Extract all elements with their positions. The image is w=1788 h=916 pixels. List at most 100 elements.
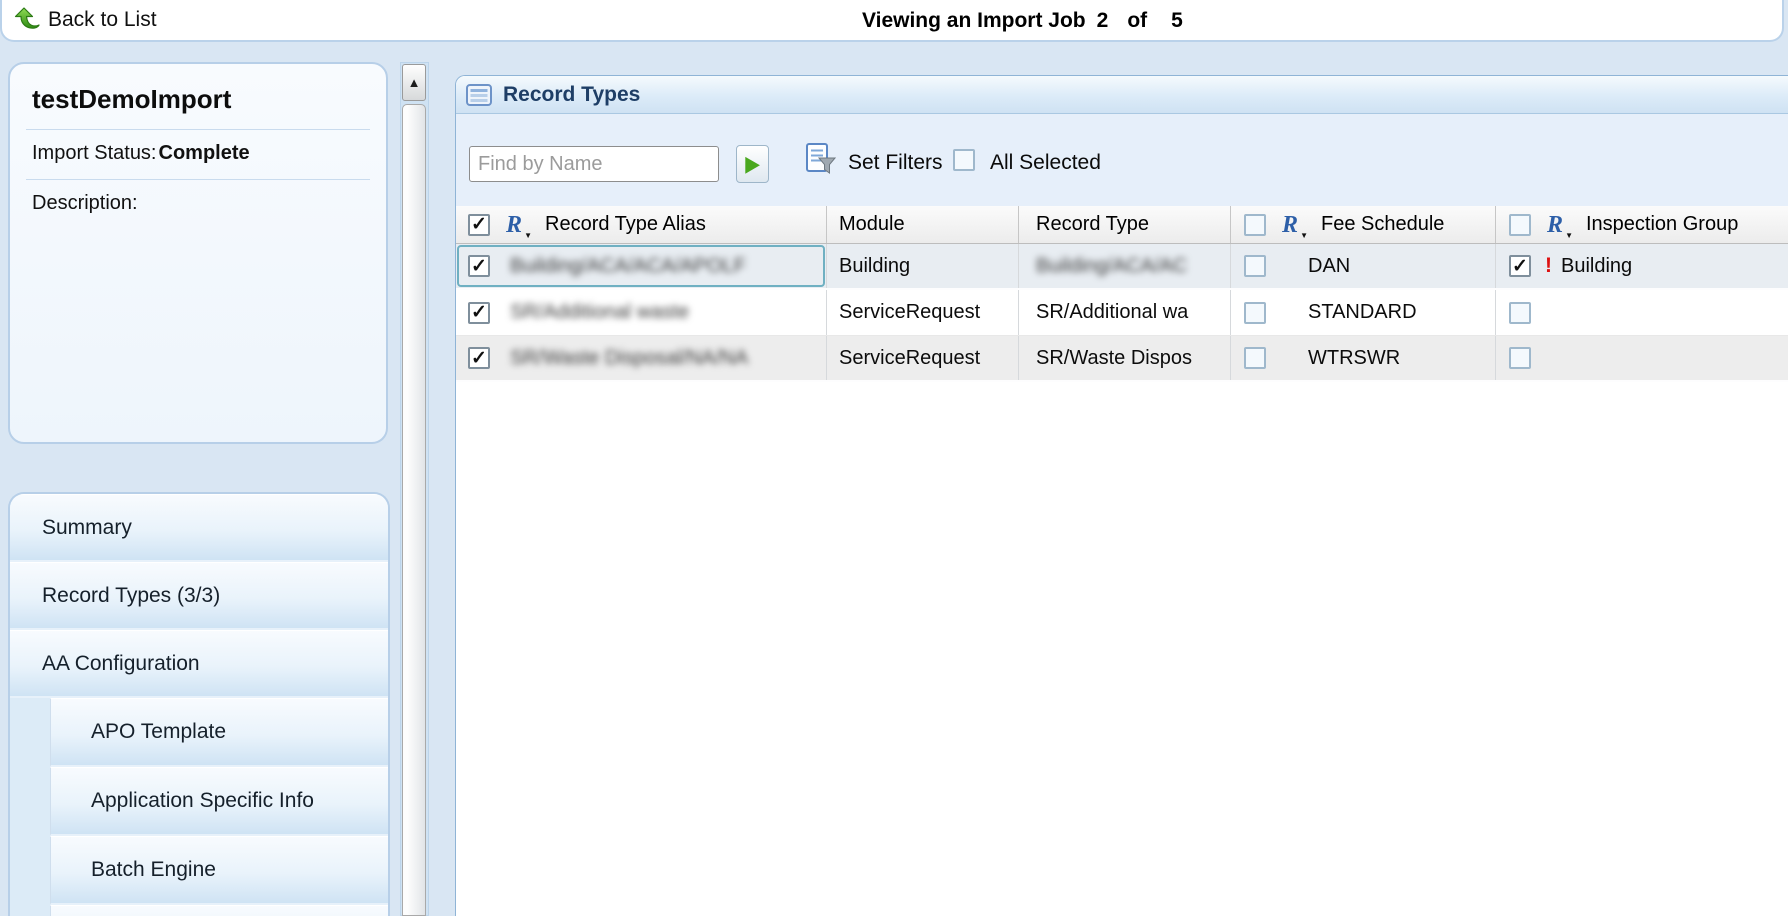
inspection-group-checkbox[interactable]: ✓	[1509, 255, 1531, 277]
description-line: Description:	[32, 192, 364, 215]
checkmark-icon: ✓	[471, 215, 487, 234]
table-header-row: ✓ R▼ Record Type Alias Module Record Typ…	[456, 206, 1788, 244]
go-arrow-icon: ▶	[745, 151, 760, 177]
import-status-value: Complete	[159, 142, 250, 164]
inspection-group-checkbox[interactable]	[1509, 347, 1531, 369]
fee-schedule-filter-icon[interactable]: R▼	[1282, 213, 1308, 237]
inspection-group-select-all-checkbox[interactable]	[1509, 214, 1531, 236]
checkmark-icon: ✓	[471, 303, 487, 322]
top-bar: Back to List Viewing an Import Job 2 of …	[0, 0, 1784, 42]
record-types-panel: Record Types ▶ Set Filters All Selected …	[455, 75, 1788, 916]
record-type-alias-value: SR/Waste Disposal/NA/NA	[510, 347, 748, 370]
checkmark-icon: ✓	[471, 349, 487, 368]
record-type-alias-value: Building/ACA/ACA/APOLF	[510, 255, 746, 278]
all-selected-label: All Selected	[990, 151, 1101, 175]
cell-record-type: SR/Waste Dispos	[1019, 336, 1231, 380]
set-filters-icon[interactable]	[806, 143, 836, 175]
job-total-number: 5	[1171, 9, 1183, 33]
module-value: Building	[839, 255, 910, 278]
inspection-group-checkbox[interactable]	[1509, 302, 1531, 324]
cell-fee-schedule: WTRSWR	[1231, 336, 1496, 380]
sidebar-nav: Summary Record Types (3/3) AA Configurat…	[8, 492, 390, 916]
import-name: testDemoImport	[32, 84, 364, 115]
cell-inspection-group: ✓ ! Building	[1496, 244, 1788, 288]
title-of: of	[1127, 9, 1147, 33]
panel-toolbar: ▶ Set Filters All Selected	[456, 114, 1788, 206]
column-header-module: Module	[827, 206, 1019, 243]
sidebar-item-batch-engine[interactable]: Batch Engine	[50, 836, 388, 905]
sidebar-item-summary[interactable]: Summary	[10, 494, 388, 562]
all-selected-checkbox[interactable]	[953, 149, 975, 171]
sidebar-item-label: Batch Engine	[91, 858, 216, 881]
scrollbar-thumb[interactable]	[402, 104, 426, 916]
sidebar-item-partial[interactable]	[50, 905, 388, 916]
sidebar-item-label: Record Types (3/3)	[42, 584, 220, 607]
description-label: Description:	[32, 192, 138, 214]
divider	[26, 129, 370, 130]
cell-inspection-group	[1496, 336, 1788, 380]
column-label: Record Type	[1036, 213, 1149, 236]
fee-schedule-select-all-checkbox[interactable]	[1244, 214, 1266, 236]
cell-record-type: Building/ACA/AC	[1019, 244, 1231, 288]
sidebar-item-application-specific-info[interactable]: Application Specific Info	[50, 767, 388, 836]
sort-arrow-icon: ▼	[1300, 232, 1308, 240]
find-by-name-input[interactable]	[469, 146, 719, 182]
cell-fee-schedule: STANDARD	[1231, 290, 1496, 335]
job-current-number: 2	[1097, 9, 1109, 33]
sidebar-item-label: Application Specific Info	[91, 789, 314, 812]
cell-record-type-alias: ✓ SR/Waste Disposal/NA/NA	[456, 336, 827, 380]
panel-header: Record Types	[456, 76, 1788, 114]
record-type-value: SR/Additional wa	[1036, 301, 1188, 324]
sidebar-item-aa-configuration[interactable]: AA Configuration	[10, 630, 388, 698]
inspection-group-value: Building	[1561, 255, 1632, 278]
cell-module: Building	[827, 244, 1019, 288]
record-type-value: Building/ACA/AC	[1036, 255, 1187, 278]
alert-icon: !	[1545, 254, 1552, 278]
search-go-button[interactable]: ▶	[736, 145, 769, 183]
row-select-checkbox[interactable]: ✓	[468, 255, 490, 277]
fee-schedule-value: WTRSWR	[1308, 347, 1400, 370]
cell-record-type-alias: ✓ SR/Additional waste	[456, 290, 827, 335]
back-arrow-icon	[14, 7, 40, 33]
column-header-record-type: Record Type	[1019, 206, 1231, 243]
vertical-scrollbar[interactable]: ▲	[400, 62, 429, 916]
divider	[26, 179, 370, 180]
table-row[interactable]: ✓ Building/ACA/ACA/APOLF Building Buildi…	[456, 244, 1788, 290]
inspection-group-filter-icon[interactable]: R▼	[1547, 213, 1573, 237]
set-filters-label[interactable]: Set Filters	[848, 151, 943, 175]
cell-inspection-group	[1496, 290, 1788, 335]
column-header-inspection-group: R▼ Inspection Group	[1496, 206, 1788, 243]
cell-record-type-alias: ✓ Building/ACA/ACA/APOLF	[456, 244, 827, 288]
checkmark-icon: ✓	[1512, 257, 1528, 276]
column-label: Inspection Group	[1586, 213, 1738, 236]
row-select-checkbox[interactable]: ✓	[468, 302, 490, 324]
record-type-value: SR/Waste Dispos	[1036, 347, 1192, 370]
import-info-card: testDemoImport Import Status:Complete De…	[8, 62, 388, 444]
checkmark-icon: ✓	[471, 257, 487, 276]
column-header-record-type-alias: ✓ R▼ Record Type Alias	[456, 206, 827, 243]
record-type-alias-value: SR/Additional waste	[510, 301, 689, 324]
sidebar-item-apo-template[interactable]: APO Template	[50, 698, 388, 767]
scroll-up-button[interactable]: ▲	[402, 64, 426, 101]
sort-arrow-icon: ▼	[524, 232, 532, 240]
column-label: Module	[839, 213, 905, 236]
cell-module: ServiceRequest	[827, 336, 1019, 380]
cell-record-type: SR/Additional wa	[1019, 290, 1231, 335]
record-type-filter-icon[interactable]: R▼	[506, 213, 532, 237]
fee-schedule-value: STANDARD	[1308, 301, 1417, 324]
table-row[interactable]: ✓ SR/Additional waste ServiceRequest SR/…	[456, 290, 1788, 336]
sidebar-item-label: Summary	[42, 516, 132, 539]
row-select-checkbox[interactable]: ✓	[468, 347, 490, 369]
sidebar-item-record-types[interactable]: Record Types (3/3)	[10, 562, 388, 630]
import-status-line: Import Status:Complete	[32, 142, 364, 165]
table-row[interactable]: ✓ SR/Waste Disposal/NA/NA ServiceRequest…	[456, 336, 1788, 382]
back-to-list-label: Back to List	[48, 8, 157, 32]
select-all-checkbox[interactable]: ✓	[468, 214, 490, 236]
back-to-list-button[interactable]: Back to List	[14, 7, 157, 33]
fee-schedule-checkbox[interactable]	[1244, 302, 1266, 324]
fee-schedule-checkbox[interactable]	[1244, 255, 1266, 277]
column-label: Record Type Alias	[545, 213, 706, 236]
fee-schedule-checkbox[interactable]	[1244, 347, 1266, 369]
fee-schedule-value: DAN	[1308, 255, 1350, 278]
sidebar-item-label: APO Template	[91, 720, 226, 743]
